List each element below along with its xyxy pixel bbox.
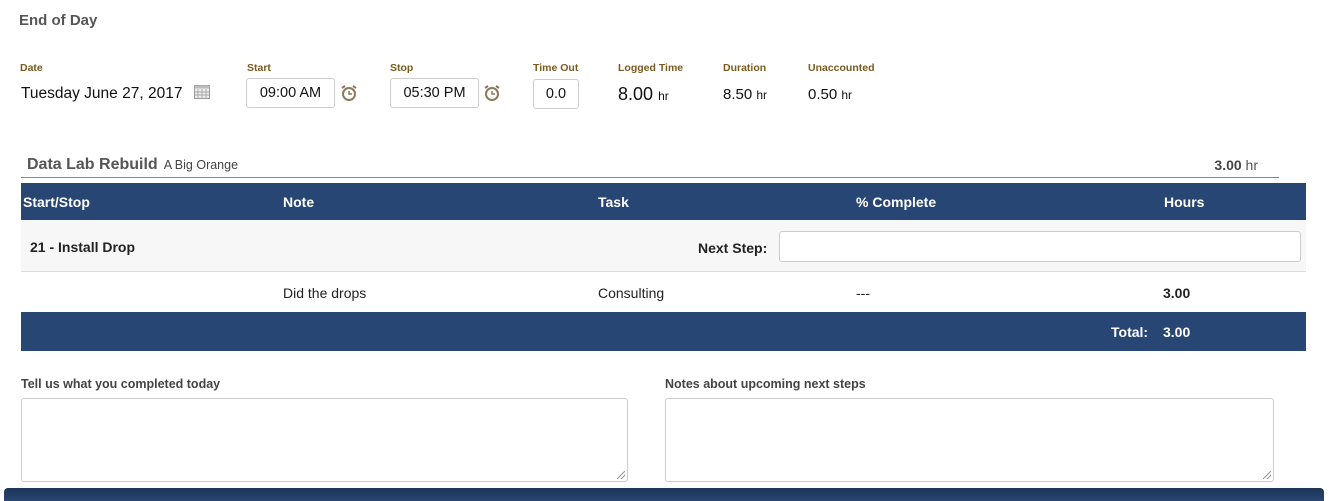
total-value: 3.00 (1163, 324, 1191, 340)
table-row[interactable]: Did the drops Consulting --- 3.00 (21, 272, 1306, 311)
duration-value: 8.50 hr (723, 86, 767, 103)
start-time-input[interactable]: 09:00 AM (246, 78, 335, 108)
unit: hr (756, 88, 768, 102)
col-task: Task (598, 194, 629, 210)
time-out-input[interactable]: 0.0 (533, 79, 579, 109)
unaccounted-label: Unaccounted (808, 62, 875, 74)
unit: hr (1245, 157, 1258, 173)
duration-number: 8.50 (723, 86, 753, 103)
next-steps-label: Notes about upcoming next steps (665, 377, 866, 391)
date-label: Date (20, 62, 43, 74)
project-client: A Big Orange (163, 158, 239, 172)
table-footer: Total: 3.00 (21, 312, 1306, 351)
page-title: End of Day (19, 12, 98, 29)
task-cell: Consulting (598, 285, 665, 301)
alarm-clock-icon[interactable] (483, 84, 501, 107)
project-title: Data Lab Rebuild A Big Orange (27, 156, 238, 174)
col-percent-complete: % Complete (856, 194, 937, 210)
divider (21, 177, 1279, 178)
stop-time-input[interactable]: 05:30 PM (390, 78, 479, 108)
logged-time-label: Logged Time (618, 62, 684, 74)
table-header: Start/Stop Note Task % Complete Hours (21, 183, 1306, 220)
next-steps-textarea[interactable] (665, 398, 1274, 482)
unit: hr (841, 88, 853, 102)
percent-complete-cell: --- (856, 285, 870, 301)
col-note: Note (283, 194, 315, 210)
calendar-icon[interactable] (194, 85, 210, 104)
unaccounted-number: 0.50 (808, 86, 838, 103)
note-cell: Did the drops (283, 285, 367, 301)
logged-time-number: 8.00 (618, 84, 654, 104)
stop-label: Stop (390, 62, 414, 74)
project-hours-value: 3.00 (1214, 157, 1242, 173)
completed-label: Tell us what you completed today (21, 377, 221, 391)
resize-handle[interactable] (617, 471, 625, 479)
task-group-row: 21 - Install Drop Next Step: (21, 220, 1306, 272)
col-start-stop: Start/Stop (23, 194, 90, 210)
project-name: Data Lab Rebuild (27, 156, 158, 173)
unit: hr (658, 89, 669, 103)
next-step-input[interactable] (779, 231, 1301, 262)
hours-cell: 3.00 (1163, 285, 1191, 301)
time-out-label: Time Out (533, 62, 579, 74)
task-group-title: 21 - Install Drop (30, 239, 136, 255)
duration-label: Duration (723, 62, 767, 74)
total-label: Total: (1111, 324, 1149, 340)
date-value: Tuesday June 27, 2017 (21, 85, 183, 102)
completed-textarea[interactable] (21, 398, 628, 482)
start-label: Start (247, 62, 271, 74)
col-hours: Hours (1164, 194, 1205, 210)
project-hours: 3.00 hr (1214, 157, 1258, 173)
alarm-clock-icon[interactable] (340, 84, 358, 107)
footer-bar (4, 488, 1324, 501)
unaccounted-value: 0.50 hr (808, 86, 852, 103)
next-step-label: Next Step: (698, 240, 768, 256)
logged-time-value: 8.00 hr (618, 84, 669, 105)
resize-handle[interactable] (1263, 471, 1271, 479)
